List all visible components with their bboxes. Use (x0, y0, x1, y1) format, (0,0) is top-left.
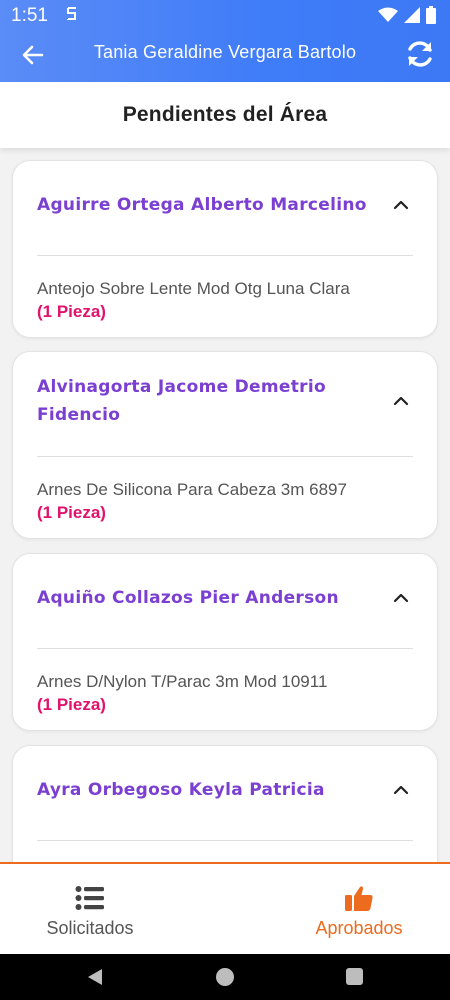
chevron-up-icon[interactable] (391, 588, 411, 608)
status-icons (378, 6, 436, 24)
system-navigation-bar (0, 954, 450, 1000)
app-bar: Tania Geraldine Vergara Bartolo (0, 30, 450, 82)
item-quantity: (1 Pieza) (37, 302, 106, 321)
signal-icon (404, 7, 420, 23)
divider (37, 648, 413, 649)
system-home-icon[interactable] (216, 968, 234, 986)
item-description: Arnes D/Nylon T/Parac 3m Mod 10911 (37, 672, 328, 691)
system-back-icon[interactable] (86, 968, 104, 986)
item-description: Arnes De Silicona Para Cabeza 3m 6897 (37, 480, 347, 499)
nav-tab-solicitados[interactable]: Solicitados (40, 864, 140, 956)
sim-icon (67, 7, 76, 20)
divider (37, 255, 413, 256)
item-description: Anteojo Sobre Lente Mod Otg Luna Clara (37, 279, 350, 298)
chevron-up-icon[interactable] (391, 195, 411, 215)
employee-name: Aquiño Collazos Pier Anderson (37, 588, 339, 608)
list-icon (75, 886, 104, 910)
chevron-up-icon[interactable] (391, 391, 411, 411)
divider (37, 840, 413, 841)
wifi-icon (378, 7, 398, 22)
pending-card[interactable]: Ayra Orbegoso Keyla Patricia (12, 745, 438, 862)
divider (37, 456, 413, 457)
thumbs-up-icon (345, 886, 373, 911)
system-recents-icon[interactable] (346, 968, 363, 985)
employee-name: Ayra Orbegoso Keyla Patricia (37, 780, 325, 800)
status-bar: 1:51 (0, 0, 450, 30)
pending-card[interactable]: Aguirre Ortega Alberto Marcelino Anteojo… (12, 160, 438, 338)
item-quantity: (1 Pieza) (37, 695, 106, 714)
item-quantity: (1 Pieza) (37, 503, 106, 522)
page-title: Pendientes del Área (122, 103, 328, 126)
pending-card[interactable]: Alvinagorta Jacome Demetrio Fidencio Arn… (12, 351, 438, 539)
pending-card[interactable]: Aquiño Collazos Pier Anderson Arnes D/Ny… (12, 553, 438, 731)
chevron-up-icon[interactable] (391, 780, 411, 800)
battery-icon (426, 6, 436, 24)
page-title-bar: Pendientes del Área (0, 82, 450, 148)
status-time: 1:51 (11, 5, 48, 26)
nav-tab-aprobados[interactable]: Aprobados (306, 864, 412, 956)
app-header: 1:51 Tania Geraldine Vergara Bartolo (0, 0, 450, 82)
nav-tab-label: Aprobados (315, 918, 403, 938)
employee-name: Aguirre Ortega Alberto Marcelino (37, 195, 367, 215)
pending-list[interactable]: Aguirre Ortega Alberto Marcelino Anteojo… (0, 148, 450, 862)
bottom-navigation: Solicitados Aprobados (0, 862, 450, 954)
employee-name: Alvinagorta Jacome Demetrio Fidencio (37, 377, 326, 425)
refresh-icon[interactable] (404, 38, 436, 70)
nav-tab-label: Solicitados (46, 918, 134, 938)
app-bar-title: Tania Geraldine Vergara Bartolo (93, 42, 357, 62)
